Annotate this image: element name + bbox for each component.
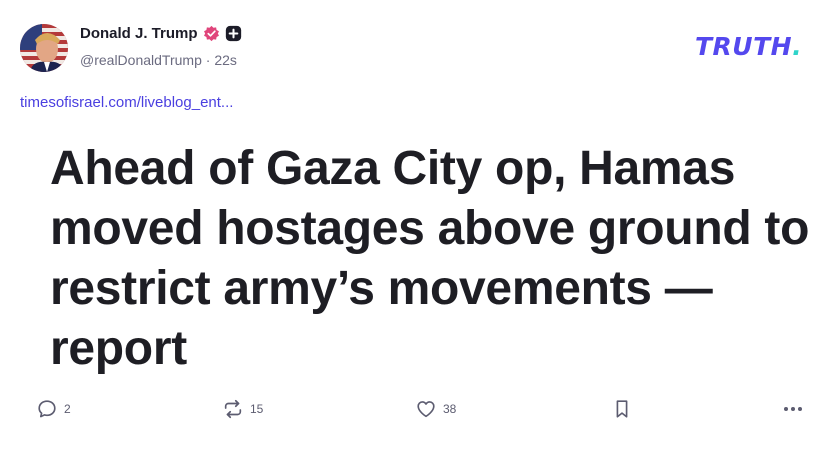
like-button[interactable]: 38 xyxy=(415,398,456,420)
repost-arrows-icon xyxy=(224,399,242,419)
bookmark-icon xyxy=(616,400,628,418)
heart-icon xyxy=(417,401,435,418)
avatar[interactable] xyxy=(20,24,68,72)
author-name[interactable]: Donald J. Trump xyxy=(80,25,198,42)
more-options-button[interactable] xyxy=(781,398,805,420)
speech-bubble-icon xyxy=(38,400,56,418)
article-link[interactable]: timesofisrael.com/liveblog_ent... xyxy=(20,94,233,111)
meta-separator: · xyxy=(205,52,211,68)
reply-count: 2 xyxy=(64,402,71,416)
verified-badge-icon xyxy=(204,25,219,42)
logo-text: TRUTH xyxy=(695,32,793,61)
avatar-image xyxy=(20,24,68,72)
reply-button[interactable]: 2 xyxy=(36,398,71,420)
truth-logo[interactable]: TRUTH. xyxy=(695,32,802,61)
bookmark-button[interactable] xyxy=(611,398,633,420)
post-timestamp[interactable]: 22s xyxy=(214,52,237,68)
author-handle[interactable]: @realDonaldTrump xyxy=(80,52,202,68)
article-headline: Ahead of Gaza City op, Hamas moved hosta… xyxy=(50,142,810,375)
retruth-count: 15 xyxy=(250,402,264,416)
action-bar: 2 15 38 xyxy=(0,398,840,428)
ellipsis-icon xyxy=(784,407,802,411)
author-badges xyxy=(203,25,242,42)
truth-post: Donald J. Trump @realDonaldTrump · 22s T… xyxy=(0,0,840,458)
logo-dot: . xyxy=(792,32,803,61)
plus-badge-icon xyxy=(225,25,242,42)
link-preview-card[interactable]: Ahead of Gaza City op, Hamas moved hosta… xyxy=(20,124,820,376)
retruth-button[interactable]: 15 xyxy=(222,398,263,420)
author-meta: @realDonaldTrump · 22s xyxy=(80,52,237,68)
like-count: 38 xyxy=(443,402,457,416)
